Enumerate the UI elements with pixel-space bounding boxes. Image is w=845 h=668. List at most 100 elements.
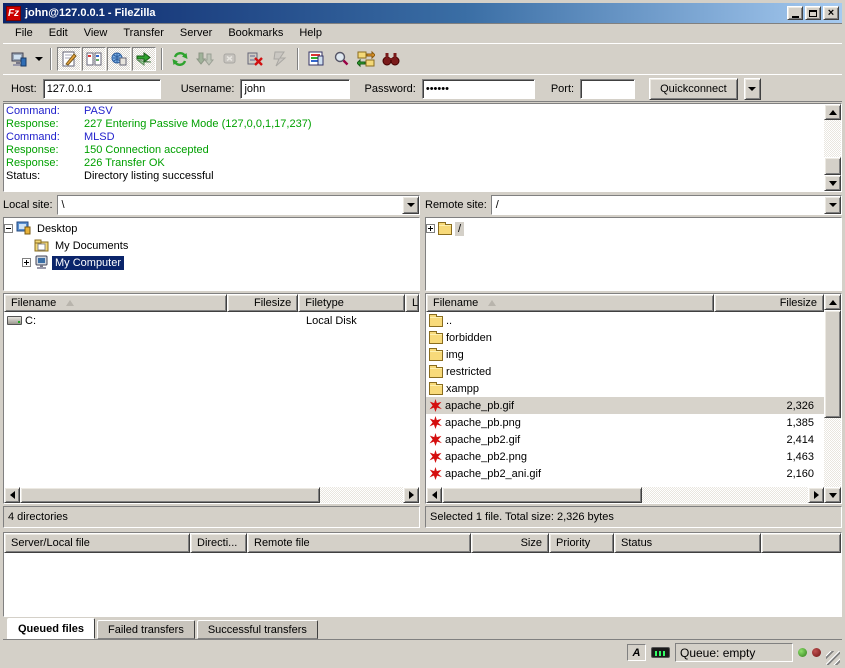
queue-col-priority[interactable]: Priority [549, 533, 614, 553]
scroll-up-button[interactable] [824, 104, 841, 120]
local-directory-tree[interactable]: Desktop My Documents [3, 217, 420, 291]
remote-col-filename[interactable]: Filename [426, 294, 714, 312]
toggle-local-tree-button[interactable] [82, 47, 106, 71]
minimize-button[interactable] [787, 6, 803, 20]
scroll-up-button[interactable] [824, 294, 841, 310]
directory-comparison-button[interactable] [329, 47, 353, 71]
log-vertical-scrollbar[interactable] [824, 104, 841, 191]
toggle-remote-tree-button[interactable] [107, 47, 131, 71]
queue-col-server-local-file[interactable]: Server/Local file [4, 533, 190, 553]
remote-file-row[interactable]: apache_pb.png1,385 [426, 414, 824, 431]
tab-successful-transfers[interactable]: Successful transfers [197, 620, 318, 639]
remote-file-row[interactable]: apache_pb2.png1,463 [426, 448, 824, 465]
synchronized-browsing-button[interactable] [354, 47, 378, 71]
directory-listing-filters-button[interactable] [304, 47, 328, 71]
remote-directory-tree[interactable]: / [425, 217, 842, 291]
disconnect-button[interactable] [243, 47, 267, 71]
menu-bookmarks[interactable]: Bookmarks [220, 25, 291, 41]
remote-file-row[interactable]: img [426, 346, 824, 363]
menu-transfer[interactable]: Transfer [115, 25, 172, 41]
tree-item-my-documents[interactable]: My Documents [22, 237, 419, 254]
toggle-message-log-button[interactable] [57, 47, 81, 71]
remote-horizontal-scrollbar[interactable] [426, 487, 824, 503]
username-input[interactable] [240, 79, 350, 99]
local-file-row[interactable]: C: Local Disk [4, 312, 419, 329]
scroll-right-button[interactable] [403, 487, 419, 503]
scrollbar-thumb[interactable] [20, 487, 320, 503]
expand-expander-icon[interactable] [426, 224, 435, 233]
scroll-right-button[interactable] [808, 487, 824, 503]
local-site-combo[interactable]: \ [57, 195, 420, 215]
speed-limits-indicator[interactable] [651, 644, 670, 661]
remote-file-row[interactable]: forbidden [426, 329, 824, 346]
local-horizontal-scrollbar[interactable] [4, 487, 419, 503]
file-name: forbidden [446, 332, 492, 344]
queue-col-direction[interactable]: Directi... [190, 533, 247, 553]
remote-file-row[interactable]: apache_pb2.gif 2,414 [426, 431, 824, 448]
queue-col-size[interactable]: Size [471, 533, 549, 553]
remote-col-filesize[interactable]: Filesize [714, 294, 824, 312]
scroll-left-button[interactable] [426, 487, 442, 503]
remote-file-row[interactable]: apache_pb2_ani.gif2,160 [426, 465, 824, 482]
refresh-button[interactable] [168, 47, 192, 71]
remote-file-row-selected[interactable]: apache_pb.gif2,326 [426, 397, 824, 414]
reconnect-button[interactable] [268, 47, 292, 71]
remote-file-list-body[interactable]: .. forbidden img restricted xampp apache… [426, 312, 824, 487]
port-input[interactable] [580, 79, 635, 99]
file-size: 2,414 [724, 434, 824, 446]
file-name: apache_pb2.gif [445, 434, 520, 446]
find-files-button[interactable] [379, 47, 403, 71]
remote-site-combo[interactable]: / [491, 195, 842, 215]
host-input[interactable] [43, 79, 161, 99]
remote-file-row[interactable]: xampp [426, 380, 824, 397]
resize-grip[interactable] [826, 651, 840, 665]
menu-file[interactable]: File [7, 25, 41, 41]
scroll-left-button[interactable] [4, 487, 20, 503]
file-size: 2,160 [724, 468, 824, 480]
scroll-down-button[interactable] [824, 175, 841, 191]
remote-vertical-scrollbar[interactable] [824, 294, 841, 503]
tree-item-my-computer[interactable]: My Computer [22, 254, 419, 271]
site-manager-button[interactable] [7, 47, 31, 71]
scrollbar-thumb[interactable] [442, 487, 642, 503]
quickconnect-button[interactable]: Quickconnect [649, 78, 738, 100]
remote-site-dropdown-button[interactable] [824, 196, 841, 214]
local-col-last-modified[interactable]: L [405, 294, 419, 312]
toggle-transfer-queue-button[interactable] [132, 47, 156, 71]
remote-file-row[interactable]: .. [426, 312, 824, 329]
expand-expander-icon[interactable] [22, 258, 31, 267]
password-input[interactable] [422, 79, 535, 99]
queue-col-remote-file[interactable]: Remote file [247, 533, 471, 553]
local-col-filesize[interactable]: Filesize [227, 294, 298, 312]
queue-col-status[interactable]: Status [614, 533, 761, 553]
process-queue-button[interactable] [193, 47, 217, 71]
tab-queued-files[interactable]: Queued files [7, 618, 95, 639]
scroll-down-button[interactable] [824, 487, 841, 503]
scrollbar-thumb[interactable] [824, 310, 841, 418]
message-log[interactable]: Command:PASV Response:227 Entering Passi… [4, 104, 824, 191]
local-col-filename[interactable]: Filename [4, 294, 227, 312]
close-button[interactable]: × [823, 6, 839, 20]
send-indicator-led [812, 648, 821, 657]
menu-view[interactable]: View [76, 25, 116, 41]
site-manager-dropdown-button[interactable] [32, 47, 45, 71]
image-file-icon [429, 467, 442, 480]
tree-item-desktop[interactable]: Desktop [4, 220, 419, 237]
log-line-text: PASV [84, 105, 113, 118]
tab-failed-transfers[interactable]: Failed transfers [97, 620, 195, 639]
collapse-expander-icon[interactable] [4, 224, 13, 233]
local-site-dropdown-button[interactable] [402, 196, 419, 214]
queue-list-body[interactable] [4, 553, 841, 616]
transfer-type-indicator[interactable]: A [627, 644, 646, 661]
scrollbar-thumb[interactable] [824, 157, 841, 175]
cancel-operation-button[interactable] [218, 47, 242, 71]
menu-help[interactable]: Help [291, 25, 330, 41]
local-col-filetype[interactable]: Filetype [298, 294, 405, 312]
tree-item-root[interactable]: / [426, 220, 841, 237]
remote-file-row[interactable]: restricted [426, 363, 824, 380]
quickconnect-dropdown-button[interactable] [744, 78, 761, 100]
menu-edit[interactable]: Edit [41, 25, 76, 41]
local-file-list-body[interactable]: C: Local Disk [4, 312, 419, 487]
menu-server[interactable]: Server [172, 25, 220, 41]
maximize-button[interactable] [805, 6, 821, 20]
